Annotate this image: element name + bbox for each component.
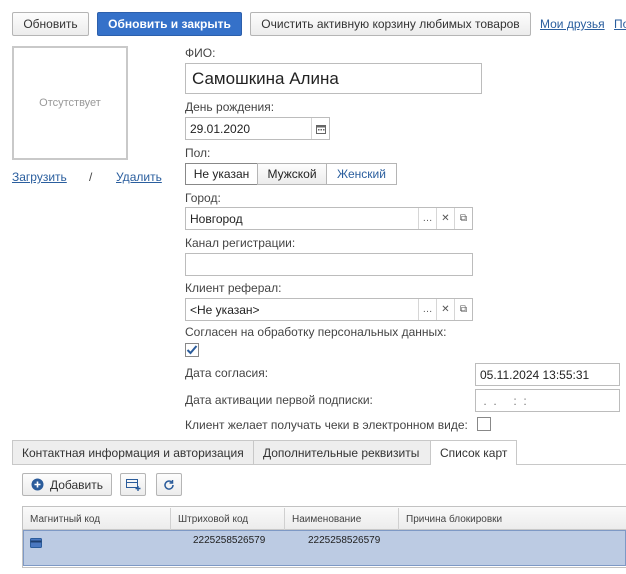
- tab-card-list[interactable]: Список карт: [430, 440, 517, 465]
- fio-value: Самошкина Алина: [192, 68, 339, 88]
- city-open-icon[interactable]: ⧉: [454, 208, 472, 229]
- channel-input[interactable]: [185, 253, 473, 276]
- col-name[interactable]: Наименование: [285, 508, 399, 530]
- city-label: Город:: [185, 191, 221, 205]
- add-row-icon: [125, 478, 140, 491]
- tabs-divider: [12, 464, 626, 465]
- tab-additional-details[interactable]: Дополнительные реквизиты: [253, 440, 431, 464]
- subscription-date-value: . . : :: [480, 393, 527, 408]
- fio-label: ФИО:: [185, 46, 216, 60]
- gender-label: Пол:: [185, 146, 211, 160]
- consent-date-value: 05.11.2024 13:55:31: [480, 367, 590, 382]
- refresh-close-button[interactable]: Обновить и закрыть: [97, 12, 242, 36]
- refresh-icon: [164, 479, 174, 490]
- consent-date-label: Дата согласия:: [185, 366, 269, 380]
- col-barcode[interactable]: Штриховой код: [171, 508, 285, 530]
- birthday-value: 29.01.2020: [190, 121, 251, 136]
- add-card-button[interactable]: Добавить: [22, 473, 112, 496]
- referral-value: <Не указан>: [190, 302, 260, 317]
- fio-input[interactable]: Самошкина Алина: [185, 63, 482, 94]
- row-name: 2225258526579: [308, 535, 381, 546]
- channel-label: Канал регистрации:: [185, 236, 296, 250]
- refresh-list-button[interactable]: [156, 473, 182, 496]
- city-input[interactable]: Новгород … ✕ ⧉: [185, 207, 473, 230]
- refresh-button[interactable]: Обновить: [12, 12, 89, 36]
- referral-clear-icon[interactable]: ✕: [436, 299, 454, 320]
- cut-off-link[interactable]: По: [614, 17, 626, 31]
- photo-placeholder: Отсутствует: [12, 46, 128, 160]
- referral-input[interactable]: <Не указан> … ✕ ⧉: [185, 298, 473, 321]
- row-barcode: 2225258526579: [193, 535, 266, 546]
- city-clear-icon[interactable]: ✕: [436, 208, 454, 229]
- col-magnetic-code[interactable]: Магнитный код: [23, 508, 171, 530]
- upload-photo-link[interactable]: Загрузить: [12, 170, 67, 184]
- gender-not-specified[interactable]: Не указан: [185, 163, 258, 185]
- gender-male[interactable]: Мужской: [257, 163, 327, 185]
- city-value: Новгород: [190, 211, 243, 226]
- e-receipt-checkbox[interactable]: [477, 417, 491, 431]
- city-select-icon[interactable]: …: [418, 208, 436, 229]
- delete-photo-link[interactable]: Удалить: [116, 170, 162, 184]
- referral-label: Клиент реферал:: [185, 281, 282, 295]
- e-receipt-label: Клиент желает получать чеки в электронно…: [185, 418, 468, 432]
- my-friends-link[interactable]: Мои друзья: [540, 17, 605, 31]
- photo-absent-text: Отсутствует: [39, 97, 101, 109]
- card-icon: [30, 538, 42, 548]
- photo-link-separator: /: [89, 170, 93, 184]
- col-block-reason[interactable]: Причина блокировки: [399, 508, 626, 530]
- calendar-icon[interactable]: [311, 118, 329, 139]
- consent-label: Согласен на обработку персональных данны…: [185, 325, 447, 339]
- add-card-label: Добавить: [49, 477, 104, 492]
- subscription-date-label: Дата активации первой подписки:: [185, 393, 373, 407]
- referral-select-icon[interactable]: …: [418, 299, 436, 320]
- checkmark-icon: [186, 345, 198, 355]
- add-row-button[interactable]: [120, 473, 146, 496]
- referral-open-icon[interactable]: ⧉: [454, 299, 472, 320]
- consent-date-input[interactable]: 05.11.2024 13:55:31: [475, 363, 620, 386]
- consent-checkbox[interactable]: [185, 343, 199, 357]
- gender-female[interactable]: Женский: [326, 163, 397, 185]
- birthday-input[interactable]: 29.01.2020: [185, 117, 330, 140]
- plus-circle-icon: [31, 478, 44, 491]
- clear-basket-button[interactable]: Очистить активную корзину любимых товаро…: [250, 12, 531, 36]
- birthday-label: День рождения:: [185, 100, 275, 114]
- tab-contact-info[interactable]: Контактная информация и авторизация: [12, 440, 254, 464]
- subscription-date-input[interactable]: . . : :: [475, 389, 620, 412]
